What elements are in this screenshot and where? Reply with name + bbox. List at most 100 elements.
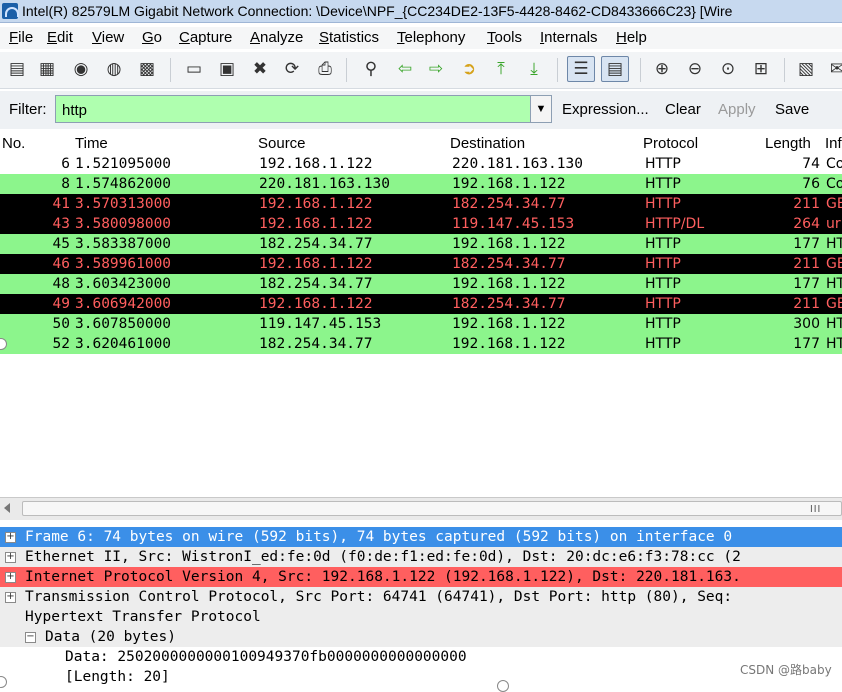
packet-row[interactable]: 43 3.580098000 192.168.1.122 119.147.45.…: [0, 214, 842, 234]
menu-capture[interactable]: Capture: [179, 29, 232, 46]
menu-analyze[interactable]: Analyze: [250, 29, 303, 46]
menu-internals[interactable]: Internals: [540, 29, 598, 46]
column-header-destination[interactable]: Destination: [450, 135, 525, 152]
clear-button[interactable]: Clear: [665, 101, 701, 118]
packet-row[interactable]: 8 1.574862000 220.181.163.130 192.168.1.…: [0, 174, 842, 194]
scroll-thumb[interactable]: III: [22, 501, 842, 516]
packet-row[interactable]: 45 3.583387000 182.254.34.77 192.168.1.1…: [0, 234, 842, 254]
interface-list-icon[interactable]: ▤: [6, 58, 28, 80]
expand-icon[interactable]: +: [5, 532, 16, 543]
go-back-icon[interactable]: ⇦: [394, 58, 416, 80]
display-filters-icon[interactable]: ✉: [826, 58, 842, 80]
zoom-out-icon[interactable]: ⊖: [684, 58, 706, 80]
pane-marker-right: [497, 680, 509, 692]
print-icon[interactable]: ⎙: [314, 58, 336, 80]
detail-row-ethernet[interactable]: + Ethernet II, Src: WistronI_ed:fe:0d (f…: [0, 547, 842, 567]
expand-icon[interactable]: +: [5, 572, 16, 583]
go-first-icon[interactable]: ⤒: [490, 58, 512, 80]
column-header-source[interactable]: Source: [258, 135, 306, 152]
expand-icon[interactable]: +: [5, 592, 16, 603]
collapse-icon[interactable]: −: [25, 632, 36, 643]
menu-help[interactable]: Help: [616, 29, 647, 46]
scroll-grip: III: [810, 504, 822, 515]
packet-row[interactable]: 50 3.607850000 119.147.45.153 192.168.1.…: [0, 314, 842, 334]
menu-go[interactable]: Go: [142, 29, 162, 46]
packet-no: 45: [52, 236, 70, 252]
packet-info: HT: [826, 276, 842, 292]
packet-row[interactable]: 48 3.603423000 182.254.34.77 192.168.1.1…: [0, 274, 842, 294]
zoom-normal-icon[interactable]: ⊙: [717, 58, 739, 80]
packet-destination: 192.168.1.122: [452, 176, 566, 192]
packet-row[interactable]: 49 3.606942000 192.168.1.122 182.254.34.…: [0, 294, 842, 314]
filter-input[interactable]: http: [55, 95, 531, 123]
packet-protocol: HTTP: [645, 296, 681, 312]
save-filter-button[interactable]: Save: [775, 101, 809, 118]
packet-info: GE: [826, 296, 842, 312]
packet-no: 46: [52, 256, 70, 272]
column-header-time[interactable]: Time: [75, 135, 108, 152]
packet-time: 1.574862000: [75, 176, 172, 192]
detail-row-data[interactable]: − Data (20 bytes): [0, 627, 842, 647]
toolbar-separator: [640, 58, 641, 82]
menu-telephony[interactable]: Telephony: [397, 29, 465, 46]
expression-button[interactable]: Expression...: [562, 101, 649, 118]
stop-capture-icon[interactable]: ◍: [103, 58, 125, 80]
find-packet-icon[interactable]: ⚲: [360, 58, 382, 80]
detail-row-ipv4[interactable]: + Internet Protocol Version 4, Src: 192.…: [0, 567, 842, 587]
detail-row-data-length[interactable]: [Length: 20]: [0, 667, 842, 687]
packet-time: 3.603423000: [75, 276, 172, 292]
expand-icon[interactable]: +: [5, 552, 16, 563]
column-header-protocol[interactable]: Protocol: [643, 135, 698, 152]
packet-no: 8: [61, 176, 70, 192]
go-to-packet-icon[interactable]: ➲: [458, 58, 480, 80]
detail-row-frame[interactable]: + Frame 6: 74 bytes on wire (592 bits), …: [0, 527, 842, 547]
menu-file[interactable]: File: [9, 29, 33, 46]
detail-row-tcp[interactable]: + Transmission Control Protocol, Src Por…: [0, 587, 842, 607]
packet-source: 182.254.34.77: [259, 236, 373, 252]
menu-edit[interactable]: Edit: [47, 29, 73, 46]
packet-destination: 192.168.1.122: [452, 316, 566, 332]
filter-dropdown-button[interactable]: ▼: [530, 95, 552, 123]
detail-text: [Length: 20]: [65, 669, 170, 685]
detail-row-http[interactable]: Hypertext Transfer Protocol: [0, 607, 842, 627]
save-file-icon[interactable]: ▣: [216, 58, 238, 80]
packet-source: 119.147.45.153: [259, 316, 382, 332]
auto-scroll-icon[interactable]: ▤: [601, 56, 629, 82]
go-forward-icon[interactable]: ⇨: [425, 58, 447, 80]
detail-text: Data (20 bytes): [45, 629, 176, 645]
capture-options-icon[interactable]: ▦: [36, 58, 58, 80]
colorize-icon[interactable]: ☰: [567, 56, 595, 82]
packet-source: 182.254.34.77: [259, 336, 373, 352]
menu-tools[interactable]: Tools: [487, 29, 522, 46]
packet-row[interactable]: 41 3.570313000 192.168.1.122 182.254.34.…: [0, 194, 842, 214]
open-file-icon[interactable]: ▭: [183, 58, 205, 80]
filter-label: Filter:: [9, 101, 47, 118]
packet-protocol: HTTP: [645, 236, 681, 252]
packet-list-hscrollbar[interactable]: III: [0, 497, 842, 520]
start-capture-icon[interactable]: ◉: [70, 58, 92, 80]
column-header-length[interactable]: Length: [765, 135, 811, 152]
packet-row[interactable]: 6 1.521095000 192.168.1.122 220.181.163.…: [0, 154, 842, 174]
restart-capture-icon[interactable]: ▩: [136, 58, 158, 80]
packet-row[interactable]: 46 3.589961000 192.168.1.122 182.254.34.…: [0, 254, 842, 274]
packet-no: 6: [61, 156, 70, 172]
packet-source: 192.168.1.122: [259, 196, 373, 212]
apply-button[interactable]: Apply: [718, 101, 756, 118]
packet-source: 192.168.1.122: [259, 256, 373, 272]
close-file-icon[interactable]: ✖: [249, 58, 271, 80]
zoom-in-icon[interactable]: ⊕: [651, 58, 673, 80]
packet-source: 192.168.1.122: [259, 156, 373, 172]
column-header-info[interactable]: Inf: [825, 135, 842, 152]
capture-filters-icon[interactable]: ▧: [795, 58, 817, 80]
resize-columns-icon[interactable]: ⊞: [750, 58, 772, 80]
menu-statistics[interactable]: Statistics: [319, 29, 379, 46]
column-header-no[interactable]: No.: [2, 135, 25, 152]
scroll-left-icon[interactable]: [4, 503, 10, 513]
packet-row[interactable]: 52 3.620461000 182.254.34.77 192.168.1.1…: [0, 334, 842, 354]
detail-row-data-value[interactable]: Data: 2502000000000100949370fb0000000000…: [0, 647, 842, 667]
reload-icon[interactable]: ⟳: [281, 58, 303, 80]
menu-view[interactable]: View: [92, 29, 124, 46]
packet-length: 300: [793, 316, 820, 332]
go-last-icon[interactable]: ⤓: [523, 58, 545, 80]
packet-destination: 192.168.1.122: [452, 276, 566, 292]
